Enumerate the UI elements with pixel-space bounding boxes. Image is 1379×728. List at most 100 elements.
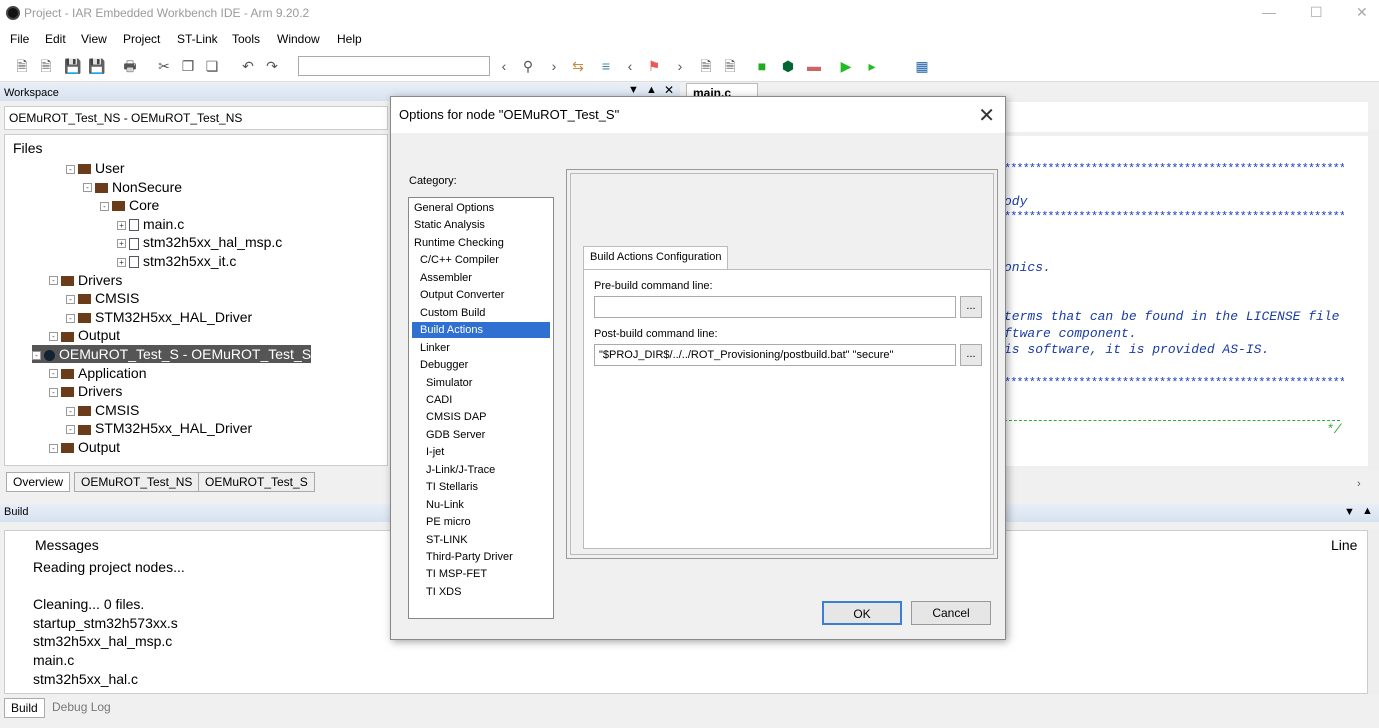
category-item[interactable]: Nu-Link [412, 497, 464, 513]
breakpoint-icon[interactable]: ▬ [806, 58, 822, 74]
category-item[interactable]: CADI [412, 392, 452, 408]
workspace-file-tree[interactable]: Files - User - NonSecure - Core + main.c + stm32h… [4, 134, 388, 466]
redo-icon[interactable]: ↷ [264, 58, 280, 74]
tree-folder[interactable]: - NonSecure [83, 178, 182, 196]
nav-back-icon[interactable]: ‹ [496, 58, 512, 74]
new-file-icon[interactable]: 🗎 [14, 58, 30, 74]
expand-toggle-icon[interactable]: - [66, 313, 75, 323]
menu-window[interactable]: Window [277, 32, 320, 46]
cut-icon[interactable]: ✂ [156, 58, 172, 74]
category-item[interactable]: Custom Build [412, 305, 485, 321]
tree-folder[interactable]: - Output [49, 326, 120, 344]
nav-forward-icon[interactable]: › [546, 58, 562, 74]
bookmark-icon[interactable]: ⚑ [646, 58, 662, 74]
category-item[interactable]: C/C++ Compiler [412, 252, 499, 268]
tab-build-actions-configuration[interactable]: Build Actions Configuration [583, 246, 729, 270]
workspace-config-select[interactable]: OEMuROT_Test_NS - OEMuROT_Test_NS [4, 106, 388, 130]
build-pin-icon[interactable]: ▲ [1362, 505, 1373, 517]
category-item[interactable]: TI MSP-FET [412, 566, 487, 582]
category-item[interactable]: TI XDS [412, 584, 461, 600]
tree-folder[interactable]: - STM32H5xx_HAL_Driver [66, 308, 252, 326]
category-item[interactable]: PE micro [412, 514, 471, 530]
prev-bookmark-icon[interactable]: ‹ [622, 58, 638, 74]
category-item[interactable]: Third-Party Driver [412, 549, 513, 565]
category-item[interactable]: Build Actions [412, 322, 550, 339]
postbuild-browse-button[interactable]: ... [960, 344, 982, 366]
tree-project[interactable]: - OEMuROT_Test_S - OEMuROT_Test_S [32, 345, 312, 363]
expand-toggle-icon[interactable]: - [100, 201, 109, 211]
make-icon[interactable]: 🗎 [722, 58, 738, 74]
tab-build[interactable]: Build [4, 698, 45, 718]
new-workspace-icon[interactable]: 🗎 [38, 58, 54, 74]
tree-folder[interactable]: - Application [49, 364, 147, 382]
category-item[interactable]: Output Converter [412, 287, 504, 303]
category-item[interactable]: J-Link/J-Trace [412, 462, 495, 478]
menu-edit[interactable]: Edit [45, 32, 66, 46]
category-item[interactable]: Runtime Checking [412, 235, 504, 251]
expand-toggle-icon[interactable]: - [49, 369, 58, 379]
paste-icon[interactable]: ❏ [204, 58, 220, 74]
minimize-icon[interactable]: — [1262, 4, 1276, 20]
menu-st-link[interactable]: ST-Link [177, 32, 218, 46]
prebuild-command-input[interactable] [594, 296, 956, 318]
scroll-left-icon[interactable]: › [1357, 478, 1361, 490]
category-item[interactable]: TI Stellaris [412, 479, 478, 495]
stop-build-icon[interactable]: ⬢ [780, 58, 796, 74]
tree-file[interactable]: + stm32h5xx_it.c [117, 252, 236, 270]
maximize-icon[interactable]: ☐ [1310, 4, 1323, 21]
menu-help[interactable]: Help [337, 32, 362, 46]
close-pane-icon[interactable]: ✕ [664, 83, 674, 97]
category-item[interactable]: Debugger [412, 357, 468, 373]
category-item[interactable]: GDB Server [412, 427, 485, 443]
category-list[interactable]: General Options Static Analysis Runtime Ch… [408, 197, 554, 619]
find-icon[interactable]: ⚲ [520, 58, 536, 74]
postbuild-command-input[interactable]: "$PROJ_DIR$/../../ROT_Provisioning/postb… [594, 344, 956, 366]
menu-file[interactable]: File [10, 32, 29, 46]
tab-debug-log[interactable]: Debug Log [46, 698, 117, 716]
tree-folder[interactable]: - STM32H5xx_HAL_Driver [66, 419, 252, 437]
save-all-icon[interactable]: 💾 [88, 58, 105, 74]
expand-toggle-icon[interactable]: + [117, 220, 126, 230]
indent-icon[interactable]: ≡ [598, 58, 614, 74]
toolbar-find-combobox[interactable] [298, 56, 490, 76]
menu-project[interactable]: Project [123, 32, 160, 46]
category-item[interactable]: Static Analysis [412, 217, 485, 233]
category-item[interactable]: I-jet [412, 444, 444, 460]
expand-toggle-icon[interactable]: - [49, 387, 58, 397]
pane-menu-icon[interactable]: ▼ [628, 84, 639, 96]
tree-folder[interactable]: - Drivers [49, 271, 122, 289]
expand-toggle-icon[interactable]: + [117, 257, 126, 267]
build-pane-menu-icon[interactable]: ▼ [1344, 506, 1355, 518]
tab-overview[interactable]: Overview [6, 472, 71, 492]
tree-folder[interactable]: - Output [49, 438, 120, 456]
category-item[interactable]: General Options [412, 200, 494, 216]
tree-folder[interactable]: - Core [100, 196, 159, 214]
category-item[interactable]: Linker [412, 340, 450, 356]
expand-toggle-icon[interactable]: - [83, 183, 92, 193]
tree-folder[interactable]: - Drivers [49, 382, 122, 400]
compile-icon[interactable]: 🗎 [698, 58, 714, 74]
close-window-icon[interactable]: ✕ [1356, 4, 1368, 21]
category-item[interactable]: Assembler [412, 270, 472, 286]
tab-oemurot-test-s[interactable]: OEMuROT_Test_S [198, 472, 315, 492]
expand-toggle-icon[interactable]: - [66, 294, 75, 304]
print-icon[interactable]: 🖶 [122, 58, 138, 74]
debug-no-download-icon[interactable]: ▸ [864, 58, 880, 74]
editor-scrollbar[interactable] [1368, 130, 1379, 470]
expand-toggle-icon[interactable]: - [49, 332, 58, 342]
copy-icon[interactable]: ❐ [180, 58, 196, 74]
expand-toggle-icon[interactable]: + [117, 239, 126, 249]
tree-folder[interactable]: - CMSIS [66, 289, 139, 307]
dialog-close-icon[interactable]: ✕ [978, 103, 995, 128]
ok-button[interactable]: OK [822, 601, 902, 625]
tree-folder[interactable]: - CMSIS [66, 401, 139, 419]
next-bookmark-icon[interactable]: › [672, 58, 688, 74]
cancel-button[interactable]: Cancel [911, 601, 991, 625]
expand-toggle-icon[interactable]: - [66, 406, 75, 416]
pin-icon[interactable]: ▲ [646, 84, 657, 96]
expand-toggle-icon[interactable]: - [49, 276, 58, 286]
toggle-icon[interactable]: ⇆ [570, 58, 586, 74]
menu-view[interactable]: View [81, 32, 107, 46]
expand-toggle-icon[interactable]: - [49, 443, 58, 453]
tree-folder[interactable]: - User [66, 159, 125, 177]
